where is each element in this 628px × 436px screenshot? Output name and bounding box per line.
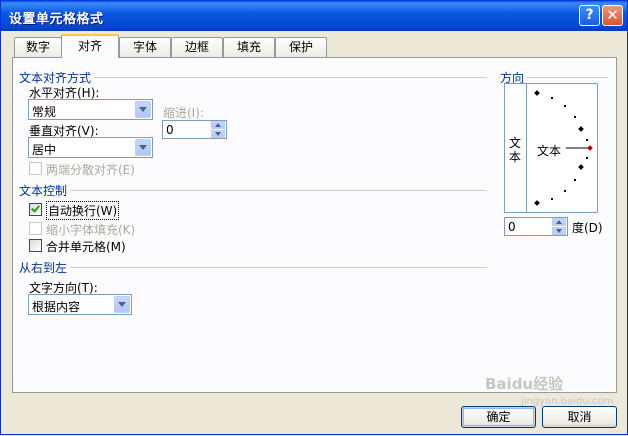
spin-down-icon[interactable] bbox=[211, 130, 225, 138]
degrees-value: 0 bbox=[508, 220, 516, 234]
merge-cells-label: 合并单元格(M) bbox=[46, 240, 126, 254]
wrap-text-checkbox[interactable] bbox=[29, 203, 42, 216]
distributed-checkbox[interactable] bbox=[29, 162, 42, 175]
format-cells-dialog: 设置单元格格式 ? ✕ 数字 对齐 字体 边框 填充 保护 文本对齐方式 水平对… bbox=[0, 0, 628, 435]
degrees-label: 度(D) bbox=[572, 221, 603, 235]
shrink-to-fit-checkbox[interactable] bbox=[29, 222, 42, 235]
indent-spinner[interactable]: 0 bbox=[162, 120, 227, 139]
spin-up-icon[interactable] bbox=[211, 121, 225, 129]
spin-down-icon[interactable] bbox=[552, 227, 566, 235]
spin-up-icon[interactable] bbox=[552, 218, 566, 226]
rtl-section-title: 从右到左 bbox=[19, 259, 71, 276]
chevron-down-icon[interactable] bbox=[114, 296, 130, 313]
shrink-to-fit-label: 缩小字体填充(K) bbox=[46, 223, 136, 237]
text-control-section-title: 文本控制 bbox=[19, 182, 71, 199]
section-divider bbox=[19, 267, 487, 268]
orientation-text: 文本 bbox=[537, 142, 562, 159]
merge-cells-checkbox[interactable] bbox=[29, 239, 42, 252]
text-direction-select[interactable]: 根据内容 bbox=[28, 294, 132, 315]
degrees-spinner[interactable]: 0 bbox=[504, 217, 568, 236]
chevron-down-icon[interactable] bbox=[135, 101, 151, 118]
section-divider bbox=[19, 190, 487, 191]
vertical-text-button[interactable]: 文本 bbox=[505, 84, 527, 212]
checkmark-icon bbox=[31, 203, 40, 213]
distributed-label: 两端分散对齐(E) bbox=[46, 163, 135, 177]
horizontal-align-select[interactable]: 常规 bbox=[28, 99, 153, 120]
horizontal-align-value: 常规 bbox=[32, 105, 57, 119]
vertical-align-select[interactable]: 居中 bbox=[28, 137, 153, 158]
vertical-text-label: 文本 bbox=[509, 136, 522, 164]
indent-value: 0 bbox=[166, 123, 174, 137]
vertical-align-value: 居中 bbox=[32, 143, 57, 157]
wrap-text-label: 自动换行(W) bbox=[46, 201, 120, 220]
watermark-url: jingyan.baidu.com bbox=[521, 396, 614, 407]
watermark-logo: Baidu经验 bbox=[485, 375, 564, 393]
indent-label: 缩进(I): bbox=[163, 106, 204, 120]
chevron-down-icon[interactable] bbox=[135, 139, 151, 156]
text-direction-value: 根据内容 bbox=[32, 300, 81, 314]
